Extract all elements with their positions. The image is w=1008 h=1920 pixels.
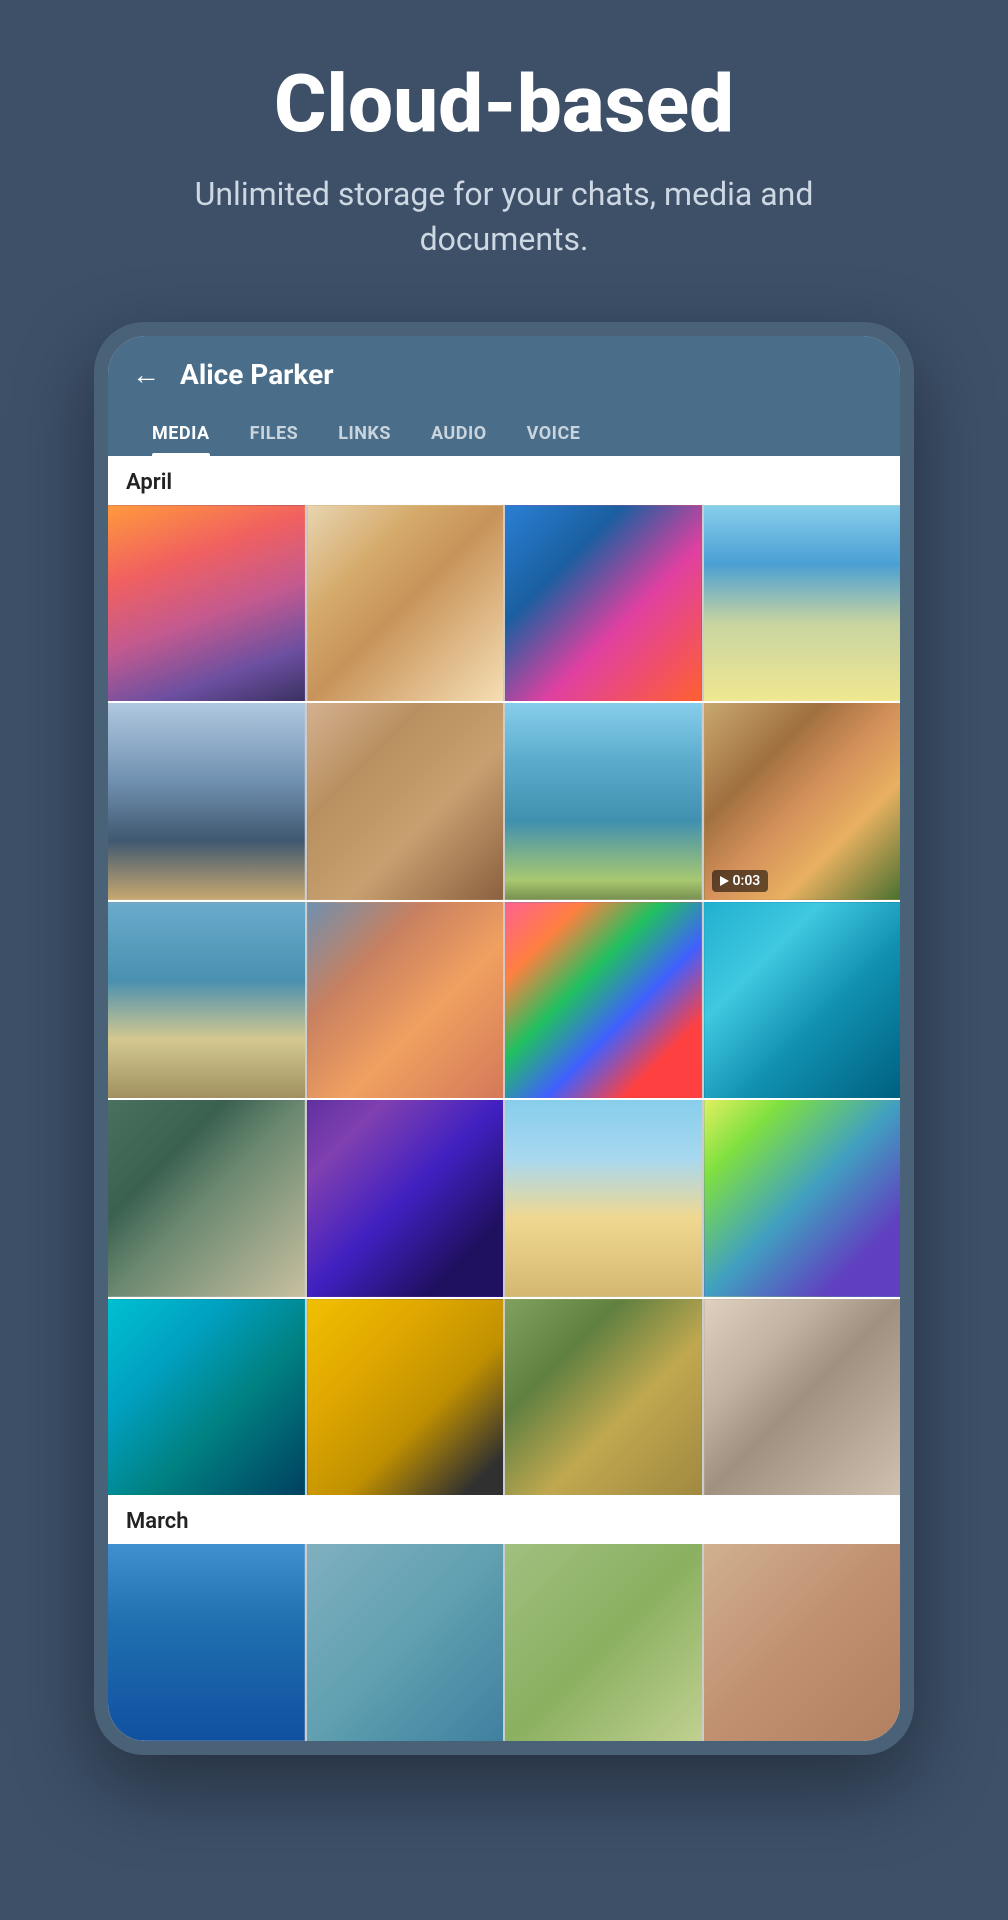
- photo-item[interactable]: [108, 703, 305, 900]
- screen-content: April: [108, 456, 900, 1741]
- photo-item[interactable]: [505, 1544, 702, 1741]
- photo-item[interactable]: [505, 1299, 702, 1496]
- april-row-1: [108, 505, 900, 702]
- photo-item[interactable]: [108, 1544, 305, 1741]
- photo-item[interactable]: [108, 902, 305, 1099]
- april-row-3: [108, 902, 900, 1099]
- tab-media[interactable]: MEDIA: [132, 413, 230, 456]
- photo-item[interactable]: [307, 1100, 504, 1297]
- contact-name: Alice Parker: [180, 358, 334, 391]
- photo-item[interactable]: [307, 1299, 504, 1496]
- photo-item[interactable]: [505, 703, 702, 900]
- video-item[interactable]: 0:03: [704, 703, 901, 900]
- tab-audio[interactable]: AUDIO: [411, 413, 507, 456]
- april-label: April: [108, 456, 900, 505]
- photo-item[interactable]: [505, 902, 702, 1099]
- photo-item[interactable]: [704, 1100, 901, 1297]
- photo-item[interactable]: [704, 1299, 901, 1496]
- photo-item[interactable]: [505, 505, 702, 702]
- march-label: March: [108, 1495, 900, 1544]
- tabs-row: MEDIA FILES LINKS AUDIO VOICE: [132, 413, 876, 456]
- photo-item[interactable]: [307, 505, 504, 702]
- photo-item[interactable]: [704, 1544, 901, 1741]
- photo-item[interactable]: [505, 1100, 702, 1297]
- tab-links[interactable]: LINKS: [318, 413, 411, 456]
- play-icon: [720, 876, 729, 886]
- photo-item[interactable]: [704, 505, 901, 702]
- video-duration: 0:03: [712, 870, 769, 892]
- photo-item[interactable]: [108, 505, 305, 702]
- photo-item[interactable]: [704, 902, 901, 1099]
- phone-screen: ← Alice Parker MEDIA FILES LINKS AUDIO V…: [108, 336, 900, 1741]
- tab-files[interactable]: FILES: [230, 413, 319, 456]
- phone-mockup: ← Alice Parker MEDIA FILES LINKS AUDIO V…: [94, 322, 914, 1755]
- april-row-2: 0:03: [108, 703, 900, 900]
- photo-item[interactable]: [108, 1299, 305, 1496]
- april-row-5: [108, 1299, 900, 1496]
- page-headline: Cloud-based: [274, 60, 734, 148]
- photo-item[interactable]: [307, 703, 504, 900]
- tab-voice[interactable]: VOICE: [507, 413, 601, 456]
- photo-item[interactable]: [108, 1100, 305, 1297]
- page-subheadline: Unlimited storage for your chats, media …: [164, 172, 844, 262]
- march-row-1: [108, 1544, 900, 1741]
- photo-item[interactable]: [307, 1544, 504, 1741]
- photo-item[interactable]: [307, 902, 504, 1099]
- back-button[interactable]: ←: [132, 358, 160, 391]
- april-row-4: [108, 1100, 900, 1297]
- screen-header: ← Alice Parker MEDIA FILES LINKS AUDIO V…: [108, 336, 900, 456]
